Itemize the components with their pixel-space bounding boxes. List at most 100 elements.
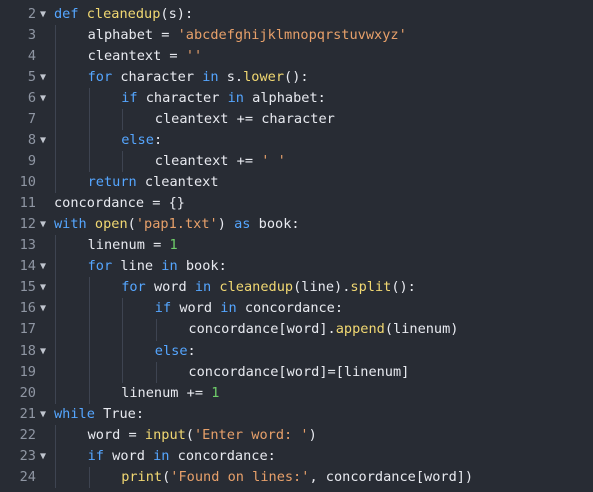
line-number: 21 bbox=[19, 405, 36, 422]
code-line[interactable]: 7 cleantext += character bbox=[0, 109, 593, 131]
code-editor[interactable]: 2 ▼ def cleanedup(s): 3 alphabet = 'abcdefgh… bbox=[0, 4, 593, 492]
code-token: lower bbox=[243, 69, 285, 86]
code-token: in bbox=[220, 300, 245, 317]
code-token: in bbox=[227, 90, 253, 107]
code-token: for bbox=[121, 279, 154, 296]
fold-arrow-icon[interactable]: ▼ bbox=[40, 277, 50, 298]
code-line[interactable]: 4 cleantext = '' bbox=[0, 46, 593, 68]
indent-guide bbox=[55, 361, 56, 383]
fold-arrow-icon[interactable]: ▼ bbox=[40, 298, 50, 319]
code-token: word = bbox=[87, 426, 145, 443]
code-token: else bbox=[154, 342, 188, 359]
indent-guide bbox=[88, 382, 90, 404]
fold-arrow-icon[interactable]: ▼ bbox=[40, 341, 50, 362]
line-number: 19 bbox=[19, 363, 36, 380]
code-token: else bbox=[121, 132, 154, 149]
indent-guide bbox=[122, 340, 124, 362]
indent-guide bbox=[122, 151, 124, 173]
fold-arrow-icon[interactable]: ▼ bbox=[40, 88, 50, 109]
code-line[interactable]: 15 ▼ for word in cleanedup(line).split(): bbox=[0, 277, 593, 299]
indent-guide bbox=[55, 466, 56, 488]
code-token: True: bbox=[103, 405, 145, 422]
code-line[interactable]: 6 ▼ if character in alphabet: bbox=[0, 88, 593, 110]
code-line[interactable]: 20 linenum += 1 bbox=[0, 382, 593, 404]
code-token: s. bbox=[226, 69, 244, 86]
code-token: return bbox=[87, 174, 145, 191]
code-token: word bbox=[153, 279, 195, 296]
code-line[interactable]: 3 alphabet = 'abcdefghijklmnopqrstuvwxyz' bbox=[0, 25, 593, 47]
fold-arrow-icon[interactable]: ▼ bbox=[40, 446, 50, 467]
code-token: with bbox=[54, 216, 95, 233]
code-line[interactable]: 21 ▼ while True: bbox=[0, 404, 593, 425]
code-token: concordance: bbox=[177, 447, 276, 464]
code-token: 1 bbox=[169, 237, 178, 254]
code-line[interactable]: 2 ▼ def cleanedup(s): bbox=[0, 4, 593, 25]
code-text: cleantext += ' ' bbox=[155, 151, 286, 172]
code-text: concordance = {} bbox=[54, 193, 185, 214]
code-token: (linenum) bbox=[384, 321, 459, 338]
fold-arrow-icon[interactable]: ▼ bbox=[40, 4, 50, 25]
code-line[interactable]: 5 ▼ for character in s.lower(): bbox=[0, 67, 593, 89]
fold-arrow-icon[interactable]: ▼ bbox=[40, 67, 50, 88]
code-line[interactable]: 18 ▼ else: bbox=[0, 340, 593, 362]
code-line[interactable]: 16 ▼ if word in concordance: bbox=[0, 298, 593, 320]
code-line[interactable]: 19 concordance[word]=[linenum] bbox=[0, 361, 593, 383]
code-line[interactable]: 10 return cleantext bbox=[0, 172, 593, 194]
code-text: linenum = 1 bbox=[88, 235, 178, 256]
code-token: in bbox=[161, 258, 186, 275]
code-token: concordance = {} bbox=[54, 195, 185, 212]
code-token: linenum += bbox=[121, 384, 212, 401]
code-line[interactable]: 9 cleantext += ' ' bbox=[0, 151, 593, 173]
code-line[interactable]: 14 ▼ for line in book: bbox=[0, 256, 593, 278]
code-line[interactable]: 11 concordance = {} bbox=[0, 193, 593, 214]
code-text: concordance[word]=[linenum] bbox=[188, 362, 409, 383]
indent-guide bbox=[122, 319, 124, 341]
code-token: word bbox=[179, 300, 221, 317]
code-line[interactable]: 22 word = input('Enter word: ') bbox=[0, 424, 593, 446]
code-token: def bbox=[54, 6, 87, 22]
indent-guide bbox=[55, 235, 56, 257]
indent-guide bbox=[88, 151, 90, 173]
code-text: if word in concordance: bbox=[155, 298, 343, 319]
indent-guide bbox=[88, 277, 90, 299]
code-token: 'Found on lines:' bbox=[170, 468, 310, 485]
code-line[interactable]: 8 ▼ else: bbox=[0, 130, 593, 152]
indent-guide bbox=[88, 340, 90, 362]
code-text: concordance[word].append(linenum) bbox=[188, 319, 458, 340]
line-number: 11 bbox=[19, 195, 36, 212]
fold-arrow-icon[interactable]: ▼ bbox=[40, 130, 50, 151]
indent-guide bbox=[55, 172, 56, 194]
code-text: for word in cleanedup(line).split(): bbox=[121, 277, 416, 298]
code-text: cleantext += character bbox=[155, 109, 335, 130]
indent-guide bbox=[155, 361, 157, 383]
code-line[interactable]: 24 print('Found on lines:', concordance[w… bbox=[0, 466, 593, 488]
code-token: character bbox=[120, 69, 203, 86]
fold-arrow-icon[interactable]: ▼ bbox=[40, 214, 50, 235]
code-token: 1 bbox=[211, 384, 220, 401]
code-line[interactable]: 12 ▼ with open('pap1.txt') as book: bbox=[0, 214, 593, 235]
code-token: 'abcdefghijklmnopqrstuvwxyz' bbox=[177, 27, 407, 44]
indent-guide bbox=[155, 319, 157, 341]
indent-guide bbox=[88, 298, 90, 320]
code-token: alphabet = bbox=[87, 27, 178, 44]
code-token: (line). bbox=[293, 279, 351, 296]
line-number: 12 bbox=[19, 216, 36, 233]
code-text: def cleanedup(s): bbox=[54, 4, 193, 25]
code-line[interactable]: 23 ▼ if word in concordance: bbox=[0, 445, 593, 467]
code-text: print('Found on lines:', concordance[wor… bbox=[121, 467, 473, 488]
indent-guide bbox=[122, 109, 124, 131]
indent-guide bbox=[55, 424, 56, 446]
code-token: cleanedup bbox=[86, 6, 161, 22]
code-line[interactable]: 17 concordance[word].append(linenum) bbox=[0, 319, 593, 341]
code-token: cleanedup bbox=[219, 279, 294, 296]
code-token: for bbox=[87, 258, 121, 275]
fold-arrow-icon[interactable]: ▼ bbox=[40, 256, 50, 277]
code-token: character bbox=[145, 90, 228, 107]
fold-arrow-icon[interactable]: ▼ bbox=[40, 404, 50, 425]
code-token: linenum = bbox=[87, 237, 170, 254]
code-token: : bbox=[187, 342, 196, 359]
code-token: ' ' bbox=[261, 153, 286, 170]
code-line[interactable]: 13 linenum = 1 bbox=[0, 235, 593, 257]
line-number: 8 bbox=[27, 132, 36, 149]
indent-guide bbox=[55, 256, 56, 278]
